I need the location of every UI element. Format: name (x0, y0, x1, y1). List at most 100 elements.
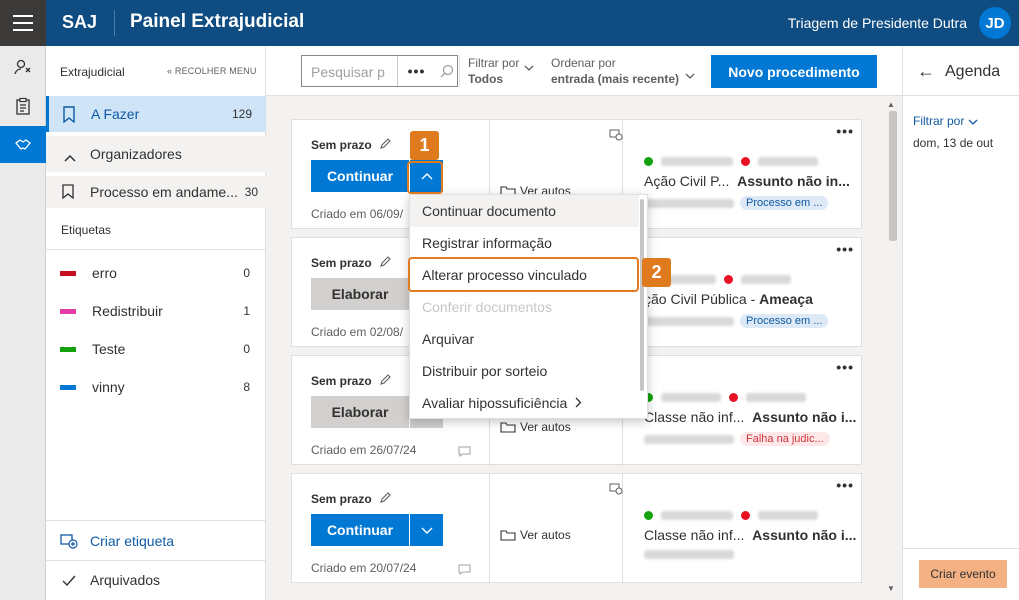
search-icon[interactable] (435, 56, 458, 86)
scroll-down-arrow-icon[interactable]: ▼ (887, 584, 895, 593)
comment-icon[interactable] (458, 562, 471, 580)
view-records-label: Ver autos (520, 528, 571, 542)
action-dropdown-menu: Continuar documento Registrar informação… (409, 194, 648, 419)
tag-color-swatch (60, 346, 76, 352)
view-records-label: Ver autos (520, 420, 571, 434)
menu-item-register-info[interactable]: Registrar informação (410, 227, 639, 259)
left-rail (0, 46, 46, 600)
order-dropdown[interactable]: Ordenar por entrada (mais recente) (551, 55, 695, 87)
divider (46, 249, 266, 250)
search-box[interactable]: Pesquisar p ••• (301, 55, 458, 87)
task-card[interactable]: Sem prazo Continuar Criado em 20/07/24 V… (291, 473, 862, 584)
case-title: Ação Civil P... Assunto não in... (644, 173, 850, 189)
create-event-button[interactable]: Criar evento (919, 560, 1007, 588)
filter-value: Todos (468, 72, 504, 86)
comment-icon[interactable] (458, 444, 471, 462)
case-title: Classe não inf... Assunto não i... (644, 409, 856, 425)
filter-dropdown[interactable]: Filtrar por Todos (468, 55, 534, 87)
more-options-icon[interactable]: ••• (836, 360, 854, 374)
tag-label: Redistribuir (92, 303, 163, 319)
rail-handshake-icon[interactable] (0, 126, 46, 163)
rail-clipboard-icon[interactable] (0, 87, 46, 124)
menu-item-check-documents: Conferir documentos (422, 299, 552, 315)
step1-highlight (407, 161, 443, 194)
tag-count: 0 (243, 266, 250, 280)
sidebar-item-processo[interactable]: Processo em andame... 30 (46, 176, 266, 208)
search-options-button[interactable]: ••• (397, 56, 435, 86)
action-split-button[interactable] (410, 514, 443, 546)
afazer-label: A Fazer (91, 106, 140, 122)
case-subject: Assunto não i... (752, 527, 857, 543)
status-badge: Falha na judic... (740, 432, 830, 446)
search-input[interactable]: Pesquisar p (311, 64, 385, 80)
archived-label: Arquivados (90, 572, 161, 588)
create-tag-button[interactable]: Criar etiqueta (46, 522, 266, 560)
archived-link[interactable]: Arquivados (46, 561, 266, 599)
collapse-menu-label: RECOLHER MENU (174, 66, 257, 76)
organizers-toggle[interactable]: Organizadores (46, 136, 266, 172)
status-badge: Processo em ... (740, 314, 829, 328)
parties-redacted (644, 511, 818, 520)
pencil-icon[interactable] (379, 137, 391, 155)
step1-badge: 1 (410, 131, 439, 160)
pencil-icon[interactable] (379, 373, 391, 391)
more-options-icon[interactable]: ••• (836, 242, 854, 256)
user-avatar[interactable]: JD (979, 7, 1011, 39)
menu-item-assess-hypossufficiency[interactable]: Avaliar hipossuficiência (410, 387, 639, 418)
new-procedure-button[interactable]: Novo procedimento (711, 55, 877, 88)
copy-icon[interactable] (609, 482, 623, 500)
tag-label: erro (92, 265, 117, 281)
case-meta: Processo em ... (644, 196, 829, 210)
more-options-icon[interactable]: ••• (836, 124, 854, 138)
case-subject: Assunto não in... (737, 173, 850, 189)
pencil-icon[interactable] (379, 491, 391, 509)
unit-selector[interactable]: Triagem de Presidente Dutra (788, 15, 967, 31)
top-bar: SAJ Painel Extrajudicial Triagem de Pres… (0, 0, 1019, 46)
view-records-link[interactable]: Ver autos (500, 420, 571, 434)
agenda-filter-dropdown[interactable]: Filtrar por (913, 114, 978, 128)
more-options-icon[interactable]: ••• (836, 478, 854, 492)
agenda-title: Agenda (945, 63, 1001, 80)
brand-logo: SAJ (62, 12, 98, 32)
rail-people-icon[interactable] (0, 48, 46, 85)
scrollbar-thumb[interactable] (889, 111, 897, 241)
back-arrow-icon[interactable]: ← (917, 61, 935, 82)
case-title: ção Civil Pública - Ameaça (644, 291, 813, 307)
chevron-down-icon (524, 59, 534, 75)
created-date: Criado em 06/09/ (311, 207, 404, 221)
deadline-label: Sem prazo (311, 138, 372, 152)
tag-count: 1 (243, 304, 250, 318)
elaborate-button[interactable]: Elaborar (311, 396, 409, 428)
menu-scrollbar[interactable] (640, 199, 644, 391)
hamburger-menu-icon[interactable] (0, 0, 46, 46)
scroll-up-arrow-icon[interactable]: ▲ (887, 100, 895, 109)
tag-item[interactable]: vinny 8 (46, 369, 266, 405)
pencil-icon[interactable] (379, 255, 391, 273)
deadline-label: Sem prazo (311, 256, 372, 270)
parties-redacted (644, 157, 818, 166)
order-value: entrada (mais recente) (551, 72, 680, 86)
collapse-menu-button[interactable]: « RECOLHER MENU (167, 66, 257, 76)
case-meta: Processo em ... (644, 314, 829, 328)
parties-redacted (644, 393, 806, 402)
tag-color-swatch (60, 308, 76, 314)
tag-color-swatch (60, 270, 76, 276)
tag-item[interactable]: Teste 0 (46, 331, 266, 367)
tag-count: 8 (243, 380, 250, 394)
view-records-link[interactable]: Ver autos (500, 528, 571, 542)
created-date: Criado em 20/07/24 (311, 561, 417, 575)
continue-button[interactable]: Continuar (311, 514, 409, 546)
tags-heading: Etiquetas (61, 223, 112, 237)
tag-item[interactable]: Redistribuir 1 (46, 293, 266, 329)
divider (459, 55, 460, 87)
elaborate-button[interactable]: Elaborar (311, 278, 409, 310)
menu-item-distribute[interactable]: Distribuir por sorteio (410, 355, 639, 387)
sidebar-item-afazer[interactable]: A Fazer 129 (46, 96, 266, 132)
continue-button[interactable]: Continuar (311, 160, 409, 192)
menu-item-continue-document[interactable]: Continuar documento (410, 195, 639, 227)
menu-item-archive[interactable]: Arquivar (410, 323, 639, 355)
tag-item[interactable]: erro 0 (46, 255, 266, 291)
bookmark-icon (62, 106, 76, 128)
copy-icon[interactable] (609, 128, 623, 146)
agenda-panel: ← Agenda Filtrar por dom, 13 de out Cria… (902, 46, 1019, 600)
